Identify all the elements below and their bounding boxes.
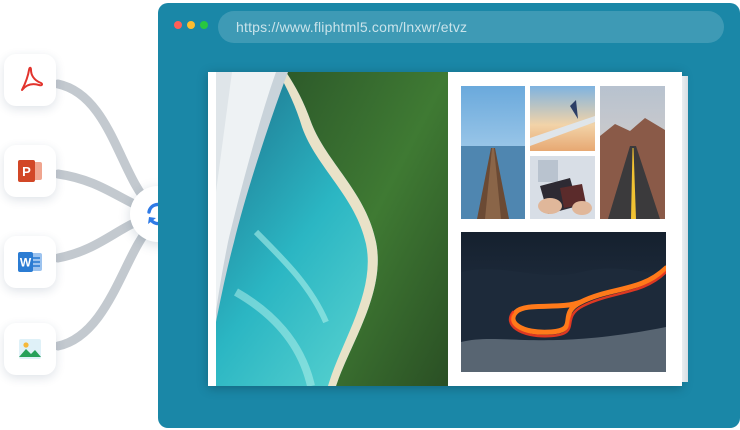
image-source-card[interactable] xyxy=(4,323,56,375)
powerpoint-source-card[interactable]: P xyxy=(4,145,56,197)
left-page[interactable] xyxy=(216,72,448,386)
flipbook[interactable] xyxy=(208,72,688,386)
highway-photo-frame[interactable] xyxy=(461,232,666,372)
pdf-source-card[interactable] xyxy=(4,54,56,106)
image-icon xyxy=(19,339,41,359)
passport-photo xyxy=(530,156,595,219)
browser-window: https://www.fliphtml5.com/lnxwr/etvz xyxy=(158,3,740,428)
right-page[interactable] xyxy=(448,72,688,386)
pier-photo-frame[interactable] xyxy=(461,86,525,219)
desert-road-photo xyxy=(600,86,665,219)
page-edge xyxy=(682,76,688,382)
road-photo-frame[interactable] xyxy=(600,86,665,219)
minimize-dot[interactable] xyxy=(187,21,195,29)
aerial-beach-photo xyxy=(216,72,448,386)
airplane-photo-frame[interactable] xyxy=(530,86,595,151)
word-icon: W xyxy=(18,252,42,272)
svg-text:P: P xyxy=(22,164,31,179)
svg-text:W: W xyxy=(20,256,32,270)
pdf-icon xyxy=(21,66,43,91)
pier-lake-photo xyxy=(461,86,525,219)
word-source-card[interactable]: W xyxy=(4,236,56,288)
close-dot[interactable] xyxy=(174,21,182,29)
airplane-wing-photo xyxy=(530,86,595,151)
passport-photo-frame[interactable] xyxy=(530,156,595,219)
powerpoint-icon: P xyxy=(18,160,42,182)
url-bar[interactable]: https://www.fliphtml5.com/lnxwr/etvz xyxy=(218,11,724,43)
maximize-dot[interactable] xyxy=(200,21,208,29)
window-controls xyxy=(174,21,208,29)
night-highway-photo xyxy=(461,232,666,372)
